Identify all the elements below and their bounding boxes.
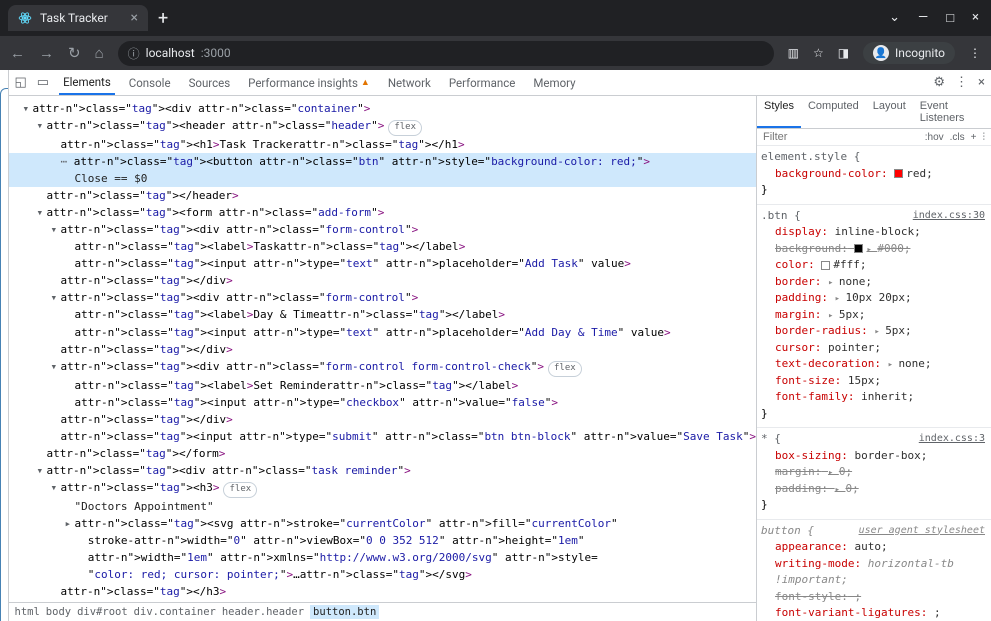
cls-toggle[interactable]: .cls xyxy=(950,132,965,143)
new-tab-button[interactable]: + xyxy=(158,8,168,29)
app-viewport: Task Tracker Close Task Day & Time Set R… xyxy=(0,70,8,621)
panel-icon[interactable]: ◨ xyxy=(838,46,849,60)
devtools: ◱ ▭ Elements Console Sources Performance… xyxy=(8,70,991,621)
dom-node[interactable]: stroke-attr-n">width="0" attr-n">viewBox… xyxy=(9,532,757,549)
dom-node[interactable]: attr-n">class="tag"><label>Set Remindera… xyxy=(9,377,757,394)
tab-event-listeners[interactable]: Event Listeners xyxy=(913,96,991,128)
home-icon[interactable]: ⌂ xyxy=(95,44,104,62)
tab-elements[interactable]: Elements xyxy=(59,70,115,95)
react-favicon-icon xyxy=(18,11,32,25)
menu-icon[interactable]: ⋮ xyxy=(969,46,981,60)
dom-node[interactable]: attr-n">class="tag"><input attr-n">type=… xyxy=(9,324,757,341)
dom-node[interactable]: attr-n">class="tag"></div> xyxy=(9,411,757,428)
dom-node[interactable]: attr-n">class="tag"></div> xyxy=(9,341,757,358)
tab-close-icon[interactable]: × xyxy=(131,11,138,25)
styles-rules[interactable]: element.style {background-color: red;}.b… xyxy=(757,146,991,621)
dom-node[interactable]: attr-n">class="tag"></form> xyxy=(9,445,757,462)
address-toolbar: ← → ↻ ⌂ ⓘ localhost :3000 ▥ ☆ ◨ 👤 Incogni… xyxy=(0,36,991,70)
inspect-icon[interactable]: ◱ xyxy=(15,75,27,90)
extensions-icon[interactable]: ▥ xyxy=(788,46,799,60)
tab-styles[interactable]: Styles xyxy=(757,96,801,128)
tab-network[interactable]: Network xyxy=(384,70,435,95)
tab-performance[interactable]: Performance xyxy=(445,70,520,95)
dom-node[interactable]: ▾attr-n">class="tag"><div attr-n">class=… xyxy=(9,100,757,117)
forward-icon[interactable]: → xyxy=(39,44,54,62)
dom-node[interactable]: ▾attr-n">class="tag"><form attr-n">class… xyxy=(9,204,757,221)
dom-node[interactable]: ▾attr-n">class="tag"><header attr-n">cla… xyxy=(9,117,757,136)
dom-node[interactable]: ▾attr-n">class="tag"><div attr-n">class=… xyxy=(9,289,757,306)
elements-panel: ▾attr-n">class="tag"><div attr-n">class=… xyxy=(9,96,757,621)
dom-node[interactable]: attr-n">class="tag"><label>Taskattr-n">c… xyxy=(9,238,757,255)
back-icon[interactable]: ← xyxy=(10,44,25,62)
tab-memory[interactable]: Memory xyxy=(529,70,579,95)
dom-node[interactable]: "Doctors Appointment" xyxy=(9,498,757,515)
tab-computed[interactable]: Computed xyxy=(801,96,866,128)
tab-title: Task Tracker xyxy=(40,11,123,25)
dom-node[interactable]: "color: red; cursor: pointer;">…attr-n">… xyxy=(9,566,757,583)
devtools-close-icon[interactable]: × xyxy=(978,75,985,90)
dom-tree[interactable]: ▾attr-n">class="tag"><div attr-n">class=… xyxy=(9,96,757,602)
url-host: localhost xyxy=(146,46,195,60)
app-container: Task Tracker Close Task Day & Time Set R… xyxy=(0,88,8,621)
address-bar[interactable]: ⓘ localhost :3000 xyxy=(118,41,774,66)
dom-node[interactable]: ⋯ attr-n">class="tag"><button attr-n">cl… xyxy=(9,153,757,170)
tab-perf-insights[interactable]: Performance insights xyxy=(244,70,374,95)
incognito-icon: 👤 xyxy=(873,45,889,61)
minimize-icon[interactable]: ― xyxy=(918,10,928,26)
dom-node[interactable]: attr-n">class="tag"><input attr-n">type=… xyxy=(9,255,757,272)
dom-node[interactable]: ▸attr-n">class="tag"><svg attr-n">stroke… xyxy=(9,515,757,532)
dom-node[interactable]: attr-n">class="tag"><input attr-n">type=… xyxy=(9,394,757,411)
more-icon[interactable]: ⋮ xyxy=(955,75,968,90)
dom-node[interactable]: ▾attr-n">class="tag"><div attr-n">class=… xyxy=(9,221,757,238)
incognito-badge[interactable]: 👤 Incognito xyxy=(863,42,955,64)
browser-title-bar: Task Tracker × + ⌄ ― □ × xyxy=(0,0,991,36)
styles-tabs: Styles Computed Layout Event Listeners xyxy=(757,96,991,129)
dom-node[interactable]: attr-n">width="1em" attr-n">xmlns="http:… xyxy=(9,549,757,566)
dom-breadcrumb[interactable]: htmlbodydiv#rootdiv.containerheader.head… xyxy=(9,602,757,621)
window-controls: ⌄ ― □ × xyxy=(889,10,991,26)
dom-node[interactable]: ▾attr-n">class="tag"><h3>flex xyxy=(9,479,757,498)
dom-node[interactable]: attr-n">class="tag"><input attr-n">type=… xyxy=(9,428,757,445)
dom-node[interactable]: attr-n">class="tag"></h3> xyxy=(9,583,757,600)
styles-filter-input[interactable] xyxy=(763,131,919,143)
dom-node[interactable]: attr-n">class="tag"></div> xyxy=(9,272,757,289)
devtools-tabs: ◱ ▭ Elements Console Sources Performance… xyxy=(9,70,991,96)
dom-node[interactable]: attr-n">class="tag"><label>Day & Timeatt… xyxy=(9,306,757,323)
site-info-icon[interactable]: ⓘ xyxy=(128,45,140,62)
dom-node[interactable]: ▾attr-n">class="tag"><div attr-n">class=… xyxy=(9,462,757,479)
gear-icon[interactable]: ⚙ xyxy=(933,75,945,90)
dom-node[interactable]: ▾attr-n">class="tag"><div attr-n">class=… xyxy=(9,358,757,377)
styles-panel: Styles Computed Layout Event Listeners :… xyxy=(756,96,991,621)
dom-node[interactable]: Close == $0 xyxy=(9,170,757,187)
styles-more-icon[interactable]: ⫶ xyxy=(983,132,986,143)
dom-node[interactable]: attr-n">class="tag"><h1>Task Trackerattr… xyxy=(9,136,757,153)
url-port: :3000 xyxy=(201,46,231,60)
device-icon[interactable]: ▭ xyxy=(37,75,49,90)
incognito-label: Incognito xyxy=(895,46,945,60)
tab-sources[interactable]: Sources xyxy=(185,70,235,95)
maximize-icon[interactable]: □ xyxy=(946,10,954,26)
hov-toggle[interactable]: :hov xyxy=(925,132,944,143)
chevron-down-icon[interactable]: ⌄ xyxy=(889,10,900,26)
dom-node[interactable]: attr-n">class="tag"></header> xyxy=(9,187,757,204)
reload-icon[interactable]: ↻ xyxy=(68,44,81,62)
new-rule-icon[interactable]: + xyxy=(971,132,977,143)
tab-layout[interactable]: Layout xyxy=(866,96,913,128)
tab-console[interactable]: Console xyxy=(125,70,175,95)
browser-tab[interactable]: Task Tracker × xyxy=(8,5,148,31)
close-window-icon[interactable]: × xyxy=(972,10,979,26)
bookmark-icon[interactable]: ☆ xyxy=(813,46,824,60)
